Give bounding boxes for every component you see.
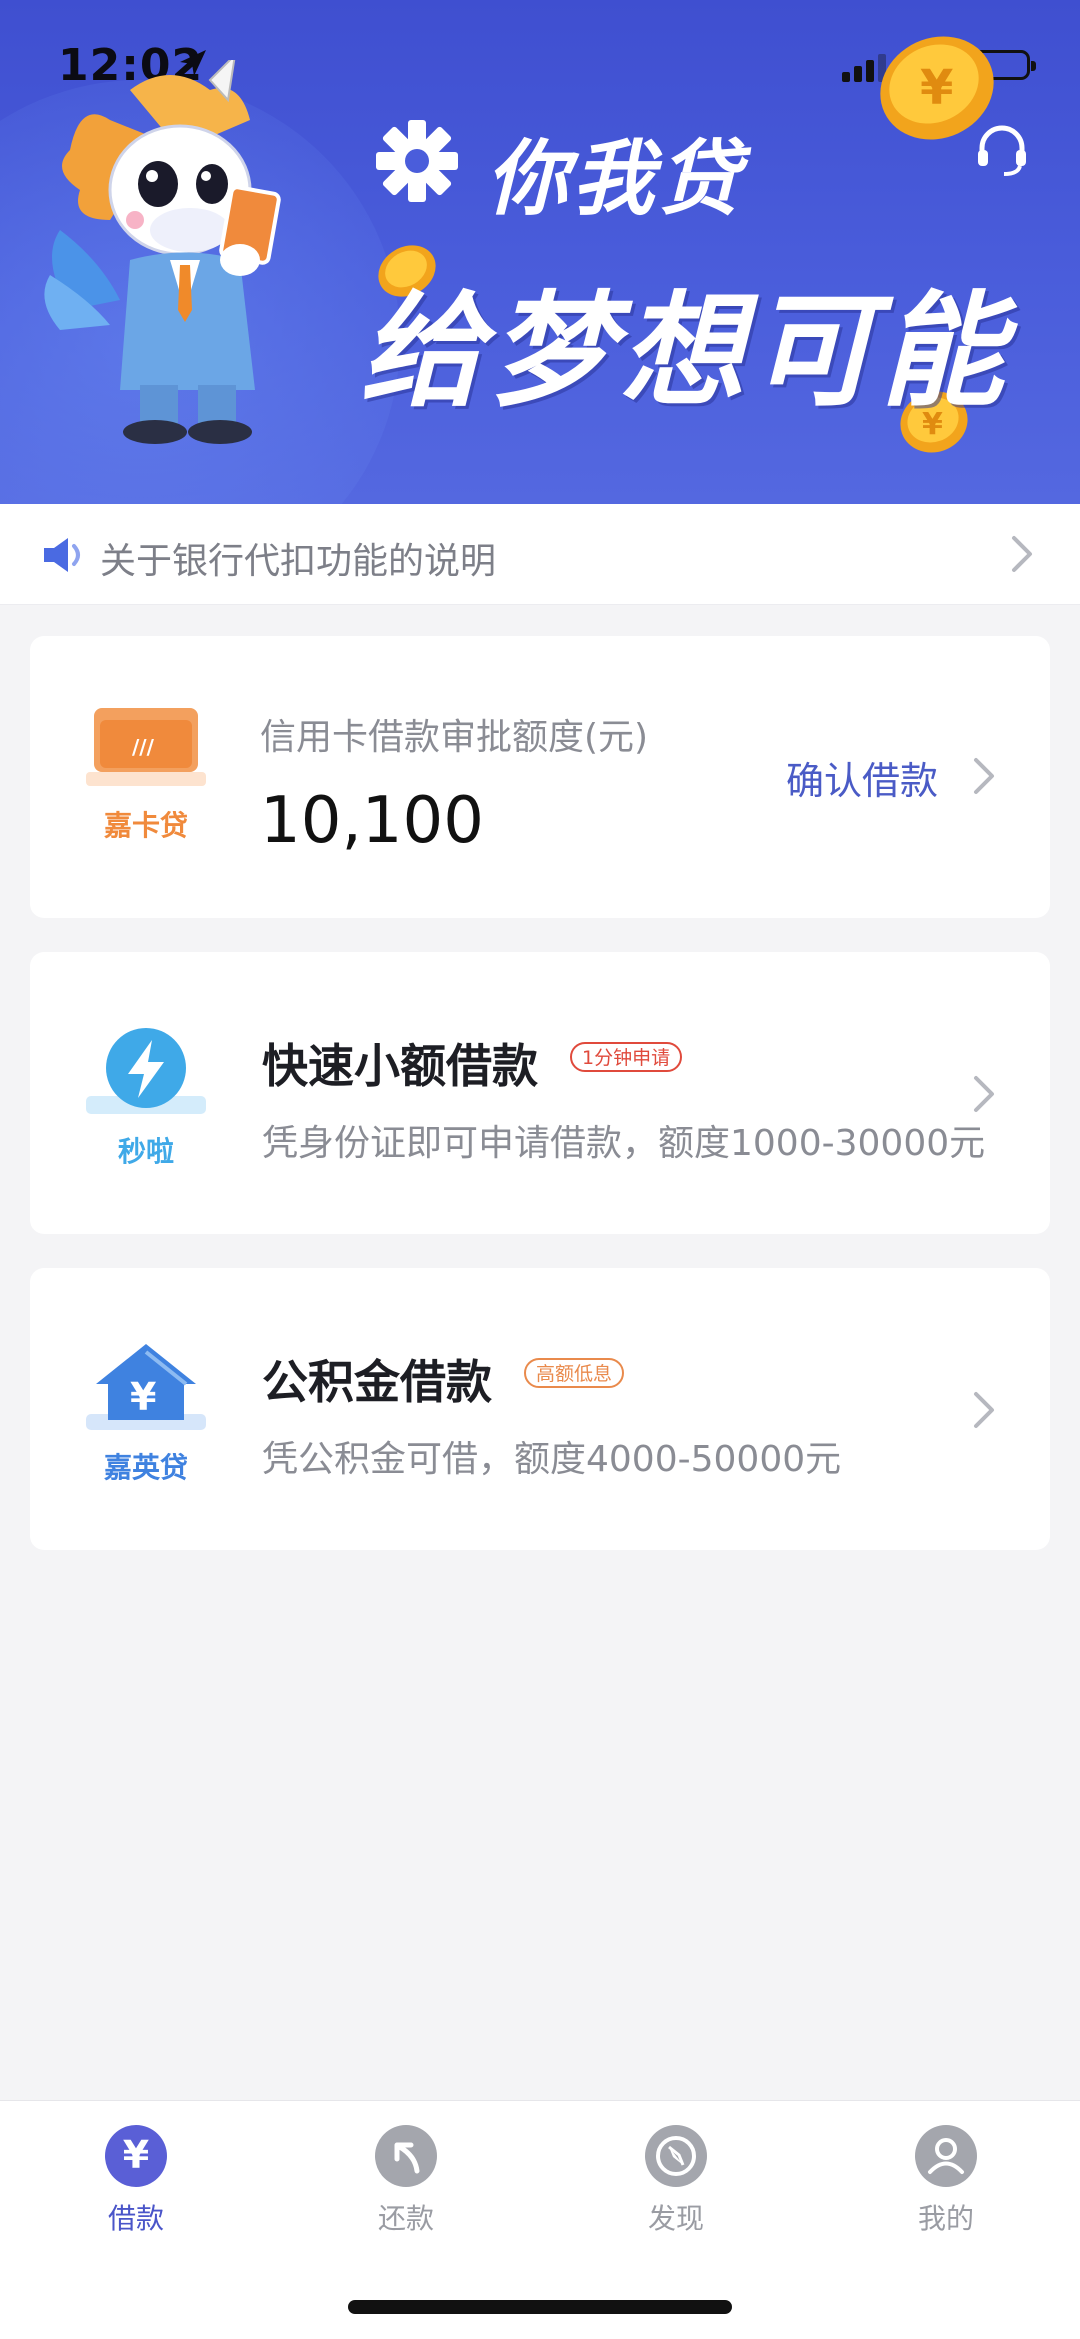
tab-label: 发现: [647, 2202, 704, 2235]
banner-slogan: 给梦想可能: [360, 280, 1011, 424]
tab-borrow[interactable]: ¥ 借款: [56, 2125, 216, 2237]
return-arrow-icon: [375, 2125, 437, 2187]
quick-loan-tag: 1分钟申请: [570, 1042, 683, 1072]
quick-small-loan-card[interactable]: 秒啦 快速小额借款 1分钟申请 凭身份证即可申请借款，额度1000-30000元: [30, 952, 1050, 1234]
unicorn-mascot-illustration: [44, 60, 281, 444]
notice-text: 关于银行代扣功能的说明: [100, 541, 497, 582]
tab-discover[interactable]: 发现: [596, 2125, 756, 2237]
brand-logo-icon: [376, 120, 458, 202]
card-product-label: 秒啦: [117, 1135, 174, 1168]
tab-label: 我的: [917, 2202, 974, 2235]
speaker-icon: [44, 538, 80, 572]
tab-repay[interactable]: 还款: [326, 2125, 486, 2237]
profile-icon: [915, 2125, 977, 2187]
tab-label: 借款: [107, 2202, 164, 2235]
confirm-loan-button[interactable]: 确认借款: [786, 750, 938, 805]
approval-limit-label: 信用卡借款审批额度(元): [260, 717, 649, 758]
quick-loan-description: 凭身份证即可申请借款，额度1000-30000元: [262, 1123, 986, 1164]
housing-fund-tag: 高额低息: [524, 1358, 625, 1388]
housing-fund-description: 凭公积金可借，额度4000-50000元: [262, 1439, 842, 1480]
credit-card-loan-card[interactable]: /// 嘉卡贷 信用卡借款审批额度(元) 10,100 确认借款: [30, 636, 1050, 918]
housing-fund-title: 公积金借款: [262, 1355, 492, 1409]
compass-icon: [645, 2125, 707, 2187]
promo-banner[interactable]: 12:02 ¥ ¥ 你我贷 给梦想可能: [0, 0, 1080, 504]
quick-loan-title: 快速小额借款: [262, 1039, 538, 1093]
chevron-right-icon: [1012, 536, 1032, 572]
house-yuan-icon: ¥: [86, 1344, 206, 1430]
tab-label: 还款: [377, 2202, 434, 2235]
approval-limit-amount: 10,100: [260, 784, 484, 858]
chevron-right-icon: [974, 1392, 994, 1428]
brand-name: 你我贷: [486, 132, 744, 227]
gold-coin-icon: ¥: [880, 36, 994, 140]
chevron-right-icon: [974, 1076, 994, 1112]
svg-text:///: ///: [132, 735, 155, 759]
lightning-icon: [86, 1028, 206, 1114]
chevron-right-icon: [974, 758, 994, 794]
card-product-label: 嘉英贷: [103, 1451, 188, 1484]
svg-text:¥: ¥: [920, 60, 953, 116]
yuan-icon: ¥: [105, 2125, 167, 2187]
card-wallet-icon: ///: [86, 708, 206, 786]
home-indicator[interactable]: [348, 2300, 732, 2314]
tab-mine[interactable]: 我的: [866, 2125, 1026, 2237]
svg-text:¥: ¥: [130, 1375, 156, 1419]
card-product-label: 嘉卡贷: [103, 809, 188, 842]
housing-fund-loan-card[interactable]: ¥ 嘉英贷 公积金借款 高额低息 凭公积金可借，额度4000-50000元: [30, 1268, 1050, 1550]
notice-bar[interactable]: 关于银行代扣功能的说明: [0, 504, 1080, 605]
